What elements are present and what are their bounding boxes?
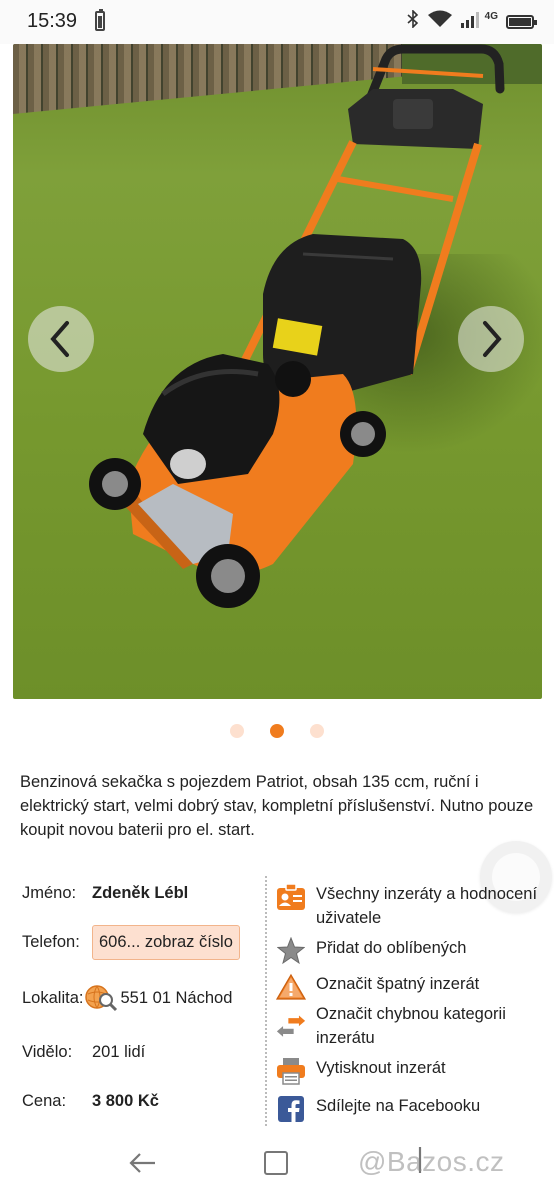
- name-value: Zdeněk Lébl: [92, 884, 189, 902]
- chevron-left-icon: [50, 321, 69, 357]
- phone-label: Telefon:: [22, 933, 80, 951]
- views-row: Vidělo: 201 lidí: [22, 1043, 145, 1062]
- recent-apps-icon[interactable]: [264, 1151, 288, 1175]
- name-label: Jméno:: [22, 884, 77, 902]
- swap-arrows-icon: [276, 1012, 306, 1042]
- back-arrow-icon[interactable]: [128, 1148, 158, 1178]
- print-ad-label: Vytisknout inzerát: [316, 1059, 446, 1077]
- star-icon: [276, 936, 306, 966]
- printer-icon: [276, 1056, 306, 1086]
- battery-icon: [506, 14, 537, 29]
- location-map-icon[interactable]: [84, 984, 118, 1012]
- location-label: Lokalita:: [22, 988, 84, 1007]
- gallery-pagination: [0, 724, 554, 738]
- share-facebook-link[interactable]: Sdílejte na Facebooku: [276, 1094, 546, 1124]
- add-to-favorites-label: Přidat do oblíbených: [316, 939, 467, 957]
- wifi-icon: [427, 10, 453, 33]
- report-ad-link[interactable]: Označit špatný inzerát: [276, 972, 546, 1002]
- pagination-dot-3[interactable]: [310, 724, 324, 738]
- price-row: Cena: 3 800 Kč: [22, 1092, 159, 1111]
- status-icons: 4G: [407, 9, 537, 33]
- listing-description: Benzinová sekačka s pojezdem Patriot, ob…: [20, 773, 534, 839]
- bazos-watermark: @Bazos.cz: [358, 1146, 505, 1177]
- all-user-ads-label: Všechny inzeráty a hodnocení uživatele: [316, 885, 538, 927]
- phone-row: Telefon: 606... zobraz číslo: [22, 925, 240, 960]
- listing-photo[interactable]: [13, 44, 542, 699]
- status-time: 15:39: [27, 10, 78, 32]
- views-label: Vidělo:: [22, 1043, 73, 1061]
- views-value: 201 lidí: [92, 1043, 146, 1061]
- signal-icon: [460, 10, 483, 33]
- show-phone-button[interactable]: 606... zobraz číslo: [92, 925, 240, 960]
- share-facebook-label: Sdílejte na Facebooku: [316, 1097, 481, 1115]
- network-type: 4G: [484, 11, 498, 22]
- add-to-favorites-link[interactable]: Přidat do oblíbených: [276, 936, 546, 966]
- gallery-prev-button[interactable]: [28, 306, 94, 372]
- facebook-icon: [276, 1094, 306, 1124]
- warning-icon: [276, 972, 306, 1002]
- lawn-mower-image: [89, 44, 505, 608]
- report-wrong-category-link[interactable]: Označit chybnou kategorii inzerátu: [276, 1002, 546, 1050]
- pagination-dot-1[interactable]: [230, 724, 244, 738]
- price-label: Cena:: [22, 1092, 67, 1110]
- price-value: 3 800 Kč: [92, 1092, 159, 1110]
- location-row: Lokalita: 551 01 Náchod: [22, 984, 232, 1012]
- bluetooth-icon: [407, 9, 419, 33]
- name-row: Jméno: Zdeněk Lébl: [22, 884, 188, 903]
- report-wrong-category-label: Označit chybnou kategorii inzerátu: [316, 1005, 506, 1047]
- info-divider: [265, 876, 267, 1126]
- status-bar: 15:39 4G: [0, 0, 554, 44]
- pagination-dot-2[interactable]: [270, 724, 284, 738]
- print-ad-link[interactable]: Vytisknout inzerát: [276, 1056, 546, 1086]
- chevron-right-icon: [483, 321, 502, 357]
- battery-saver-icon: [95, 9, 105, 31]
- all-user-ads-link[interactable]: Všechny inzeráty a hodnocení uživatele: [276, 882, 546, 930]
- report-ad-label: Označit špatný inzerát: [316, 975, 480, 993]
- location-value[interactable]: 551 01 Náchod: [120, 989, 232, 1008]
- user-card-icon: [276, 882, 306, 912]
- gallery-next-button[interactable]: [458, 306, 524, 372]
